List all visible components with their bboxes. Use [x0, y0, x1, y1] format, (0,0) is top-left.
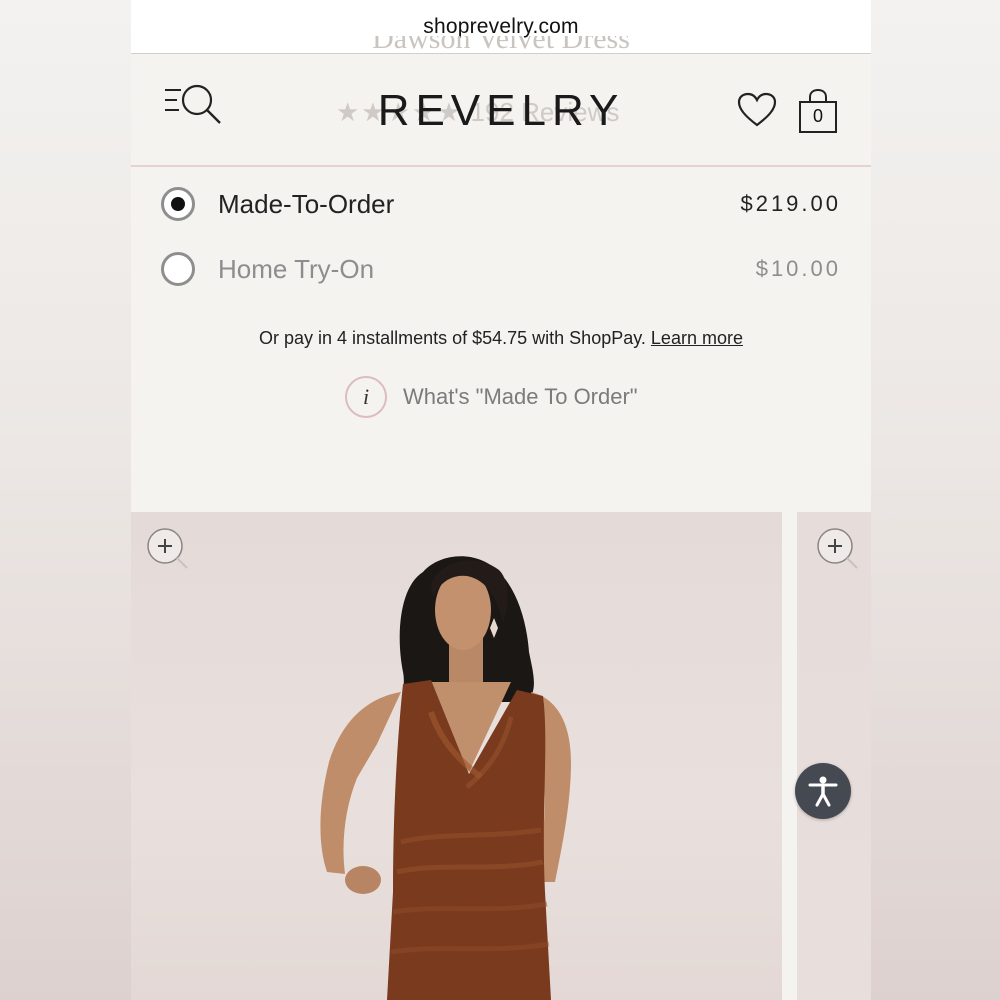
info-icon[interactable]: i — [345, 376, 387, 418]
left-background — [0, 0, 131, 1000]
shoppay-installments: Or pay in 4 installments of $54.75 with … — [131, 328, 871, 349]
site-header: REVELRY 0 — [131, 54, 871, 167]
option-made-to-order[interactable]: Made-To-Order $219.00 — [161, 187, 841, 227]
model-in-velvet-dress — [320, 556, 571, 1000]
next-product-image[interactable] — [797, 512, 871, 1000]
option-price: $219.00 — [740, 191, 841, 216]
url-text: shoprevelry.com — [423, 14, 579, 38]
radio-unselected[interactable] — [161, 252, 195, 286]
product-image[interactable] — [131, 512, 782, 1000]
cart-count: 0 — [812, 106, 823, 126]
mobile-page: shoprevelry.com Dawson Velvet Dress ★★★★… — [131, 0, 871, 1000]
zoom-in-icon[interactable] — [145, 526, 189, 570]
radio-dot — [171, 197, 185, 211]
option-label: Home Try-On — [218, 254, 375, 284]
shoppay-text: Or pay in 4 installments of $54.75 with … — [259, 328, 646, 348]
option-home-try-on[interactable]: Home Try-On $10.00 — [161, 252, 841, 292]
zoom-in-icon[interactable] — [815, 526, 859, 570]
option-price: $10.00 — [755, 256, 841, 281]
heart-icon[interactable] — [737, 92, 777, 128]
right-background — [871, 0, 1000, 1000]
option-label: Made-To-Order — [218, 189, 395, 219]
made-to-order-info[interactable]: i What's "Made To Order" — [345, 374, 638, 420]
accessibility-icon[interactable] — [795, 763, 851, 819]
learn-more-link[interactable]: Learn more — [651, 328, 743, 348]
made-to-order-link[interactable]: What's "Made To Order" — [403, 384, 638, 410]
product-title-behind-header: Dawson Velvet Dress — [372, 36, 630, 55]
accessibility-figure — [808, 776, 838, 807]
radio-selected[interactable] — [161, 187, 195, 221]
shopping-bag-icon[interactable]: 0 — [798, 88, 838, 134]
